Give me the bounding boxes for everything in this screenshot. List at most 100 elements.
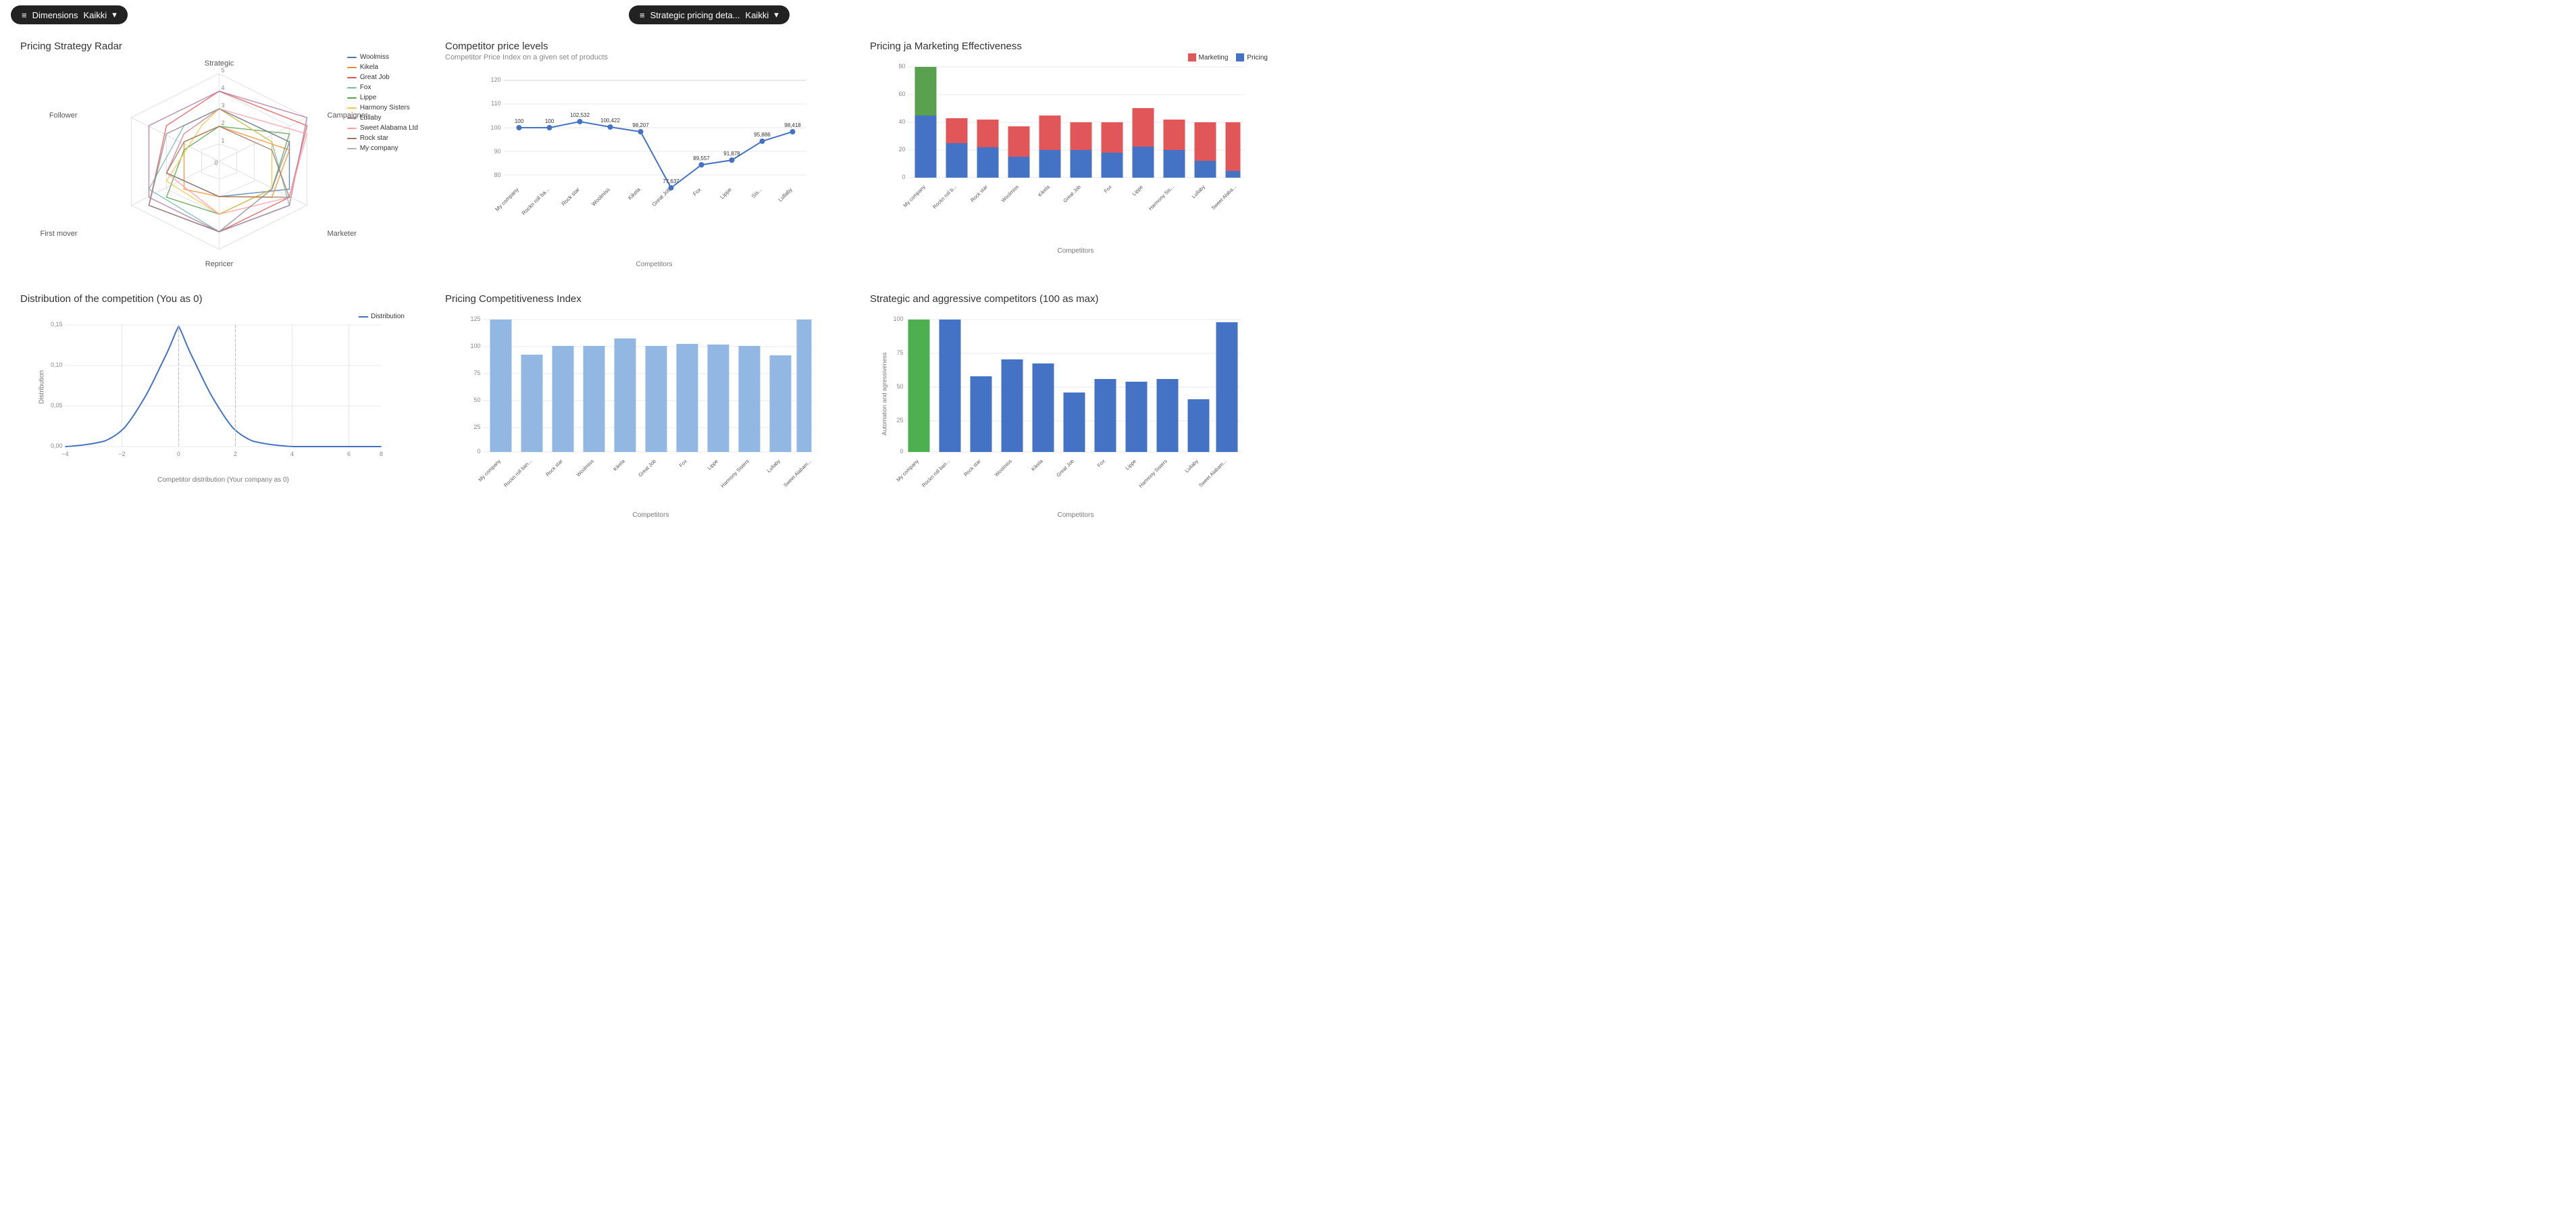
svg-text:Repricer: Repricer <box>205 260 234 268</box>
svg-text:Kikela: Kikela <box>1030 457 1044 472</box>
pricing-marketing-svg: 80 60 40 20 0 <box>870 53 1268 256</box>
legend-greatjob: Great Job <box>347 74 418 81</box>
svg-text:95,886: 95,886 <box>754 132 771 138</box>
distribution-chart-area: Distribution 0,15 0,10 0,05 0,00 <box>20 306 418 524</box>
svg-text:4: 4 <box>290 451 294 457</box>
top-bar: ≡ Dimensions Kaikki ▾ ≡ Strategic pricin… <box>0 0 1288 30</box>
competitor-price-chart-area: Index (100 our price level) 120 110 100 … <box>445 67 843 272</box>
svg-text:Sweet Alabam...: Sweet Alabam... <box>782 458 813 488</box>
legend-label-fox: Fox <box>360 84 371 91</box>
dimensions-filter-btn[interactable]: ≡ Dimensions Kaikki ▾ <box>11 5 128 24</box>
svg-text:Rock star: Rock star <box>561 186 581 207</box>
distribution-panel: Distribution of the competition (You as … <box>7 282 432 535</box>
pricing-marketing-legend: Marketing Pricing <box>1188 53 1268 61</box>
svg-text:0: 0 <box>900 448 903 455</box>
svg-text:Rock star: Rock star <box>969 184 989 203</box>
svg-text:Follower: Follower <box>49 111 78 120</box>
legend-woolmiss: Woolmiss <box>347 53 418 61</box>
svg-text:Strategic: Strategic <box>205 59 234 68</box>
legend-pricing: Pricing <box>1236 53 1268 61</box>
svg-text:Lippe: Lippe <box>706 458 719 471</box>
svg-text:102,532: 102,532 <box>570 112 590 118</box>
strategic-aggressive-panel: Strategic and aggressive competitors (10… <box>856 282 1281 535</box>
legend-harmony: Harmony Sisters <box>347 104 418 111</box>
svg-text:75: 75 <box>896 349 903 356</box>
svg-text:Lullaby: Lullaby <box>777 186 794 203</box>
svg-text:Competitors: Competitors <box>1058 247 1094 255</box>
svg-text:0,10: 0,10 <box>51 361 63 368</box>
radar-legend: Woolmiss Kikela Great Job Fox Lippe <box>347 53 418 152</box>
svg-text:Kikela: Kikela <box>612 457 626 472</box>
svg-text:40: 40 <box>898 118 905 125</box>
svg-text:Fox: Fox <box>692 186 702 197</box>
svg-text:Rockn roll ban...: Rockn roll ban... <box>921 458 951 488</box>
strategic-pricing-dropdown: Kaikki <box>746 10 769 20</box>
legend-color-mycompany <box>347 148 357 149</box>
legend-marketing: Marketing <box>1188 53 1229 61</box>
dashboard: Pricing Strategy Radar Strategic Campaig… <box>0 30 1288 535</box>
svg-text:Lippe: Lippe <box>719 186 733 201</box>
legend-color-fox <box>347 87 357 89</box>
svg-text:Distribution: Distribution <box>38 370 46 404</box>
legend-fox: Fox <box>347 84 418 91</box>
svg-text:Woolmiss: Woolmiss <box>575 458 595 478</box>
svg-text:Rockn roll ba...: Rockn roll ba... <box>521 186 550 216</box>
svg-text:Competitors: Competitors <box>636 261 673 268</box>
competitor-price-subtitle: Competitor Price Index on a given set of… <box>445 53 843 61</box>
strategic-aggressive-title: Strategic and aggressive competitors (10… <box>870 293 1268 305</box>
legend-label-kikela: Kikela <box>360 64 378 71</box>
strategic-pricing-filter-btn[interactable]: ≡ Strategic pricing deta... Kaikki ▾ <box>629 5 790 24</box>
svg-text:Woolmiss: Woolmiss <box>590 186 611 207</box>
svg-text:My company: My company <box>902 184 927 209</box>
legend-label-woolmiss: Woolmiss <box>360 53 389 61</box>
svg-text:Lullaby: Lullaby <box>766 458 781 474</box>
svg-text:Competitor distribution (Your: Competitor distribution (Your company as… <box>157 476 289 484</box>
radar-chart-area: Strategic Campaigner Marketer Repricer F… <box>20 53 418 270</box>
svg-text:0,05: 0,05 <box>51 402 63 409</box>
legend-marketing-label: Marketing <box>1199 54 1229 61</box>
legend-rockstar: Rock star <box>347 134 418 142</box>
legend-label-harmony: Harmony Sisters <box>360 104 410 111</box>
distribution-legend: Distribution <box>359 313 405 320</box>
svg-text:Rockn roll ban...: Rockn roll ban... <box>503 458 533 488</box>
svg-text:50: 50 <box>896 383 903 390</box>
legend-distribution-color <box>359 316 368 318</box>
svg-text:25: 25 <box>896 417 903 424</box>
svg-text:Fox: Fox <box>1096 458 1106 468</box>
chevron-down-icon: ▾ <box>112 9 117 20</box>
strategic-aggressive-svg: 100 75 50 25 0 <box>870 306 1268 522</box>
competitor-price-svg: Index (100 our price level) 120 110 100 … <box>445 67 843 270</box>
svg-text:3: 3 <box>222 102 225 109</box>
svg-text:0: 0 <box>177 451 180 457</box>
filter2-icon: ≡ <box>640 10 645 20</box>
svg-text:Harmony Sis...: Harmony Sis... <box>1148 184 1175 211</box>
svg-text:Woolmiss: Woolmiss <box>1000 184 1020 203</box>
svg-text:Great Job: Great Job <box>1055 458 1075 478</box>
pricing-marketing-chart-area: Marketing Pricing 80 60 40 20 0 <box>870 53 1268 258</box>
svg-text:125: 125 <box>470 315 480 322</box>
svg-text:25: 25 <box>473 424 480 430</box>
competitor-price-levels-panel: Competitor price levels Competitor Price… <box>432 30 856 282</box>
legend-color-lippe <box>347 97 357 99</box>
legend-color-rockstar <box>347 138 357 139</box>
svg-text:4: 4 <box>222 84 225 91</box>
legend-color-harmony <box>347 107 357 109</box>
svg-text:0: 0 <box>902 174 905 180</box>
competitor-price-title: Competitor price levels <box>445 41 843 52</box>
svg-text:Great Job: Great Job <box>651 186 673 208</box>
strategic-aggressive-chart-area: 100 75 50 25 0 <box>870 306 1268 524</box>
svg-text:0,00: 0,00 <box>51 443 63 449</box>
strategic-pricing-label: Strategic pricing deta... <box>650 10 740 20</box>
svg-text:20: 20 <box>898 146 905 153</box>
svg-text:Fox: Fox <box>1103 184 1113 194</box>
legend-label-rockstar: Rock star <box>360 134 388 142</box>
svg-text:89,557: 89,557 <box>693 155 710 161</box>
legend-label-greatjob: Great Job <box>360 74 390 81</box>
legend-pricing-color <box>1236 53 1244 61</box>
legend-sweet: Sweet Alabama Ltd <box>347 124 418 132</box>
legend-kikela: Kikela <box>347 64 418 71</box>
competitiveness-index-panel: Pricing Competitiveness Index 125 100 75… <box>432 282 856 535</box>
legend-distribution: Distribution <box>359 313 405 320</box>
filter-icon: ≡ <box>22 10 27 20</box>
legend-mycompany: My company <box>347 145 418 152</box>
